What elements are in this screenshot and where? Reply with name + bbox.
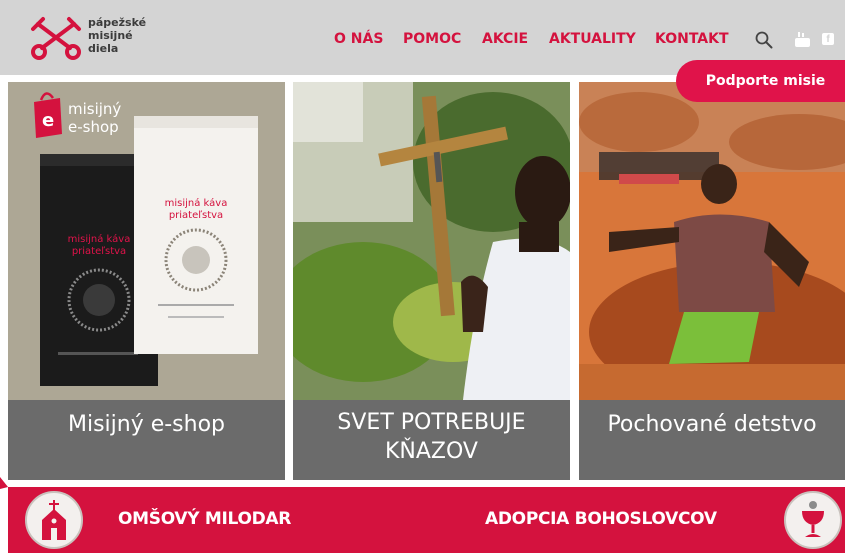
tile-caption-line: KŇAZOV xyxy=(385,439,478,464)
tile-childhood[interactable]: Pochované detstvo xyxy=(579,82,845,480)
svg-text:priateľstva: priateľstva xyxy=(169,210,223,221)
svg-text:misijná káva: misijná káva xyxy=(68,233,131,245)
tile-caption: Pochované detstvo xyxy=(579,400,845,480)
support-missions-button[interactable]: Podporte misie xyxy=(676,60,845,102)
logo-line: diela xyxy=(88,42,119,55)
svg-text:e: e xyxy=(42,110,54,131)
facebook-icon[interactable]: f xyxy=(822,33,834,45)
chalice-icon-circle[interactable] xyxy=(784,491,842,549)
search-icon[interactable] xyxy=(755,31,773,49)
tile-caption: Misijný e-shop xyxy=(8,400,285,480)
tile-priests[interactable]: SVET POTREBUJE KŇAZOV xyxy=(293,82,570,480)
logo[interactable]: pápežské misijné diela xyxy=(30,16,150,62)
svg-text:e-shop: e-shop xyxy=(68,118,119,136)
nav-aktuality[interactable]: AKTUALITY xyxy=(549,31,636,47)
logo-line: pápežské xyxy=(88,16,147,29)
tile-eshop[interactable]: e misijný e-shop misijná káva priateľstv… xyxy=(8,82,285,480)
youtube-icon[interactable] xyxy=(795,32,810,47)
tile-caption-line: SVET POTREBUJE xyxy=(337,410,526,435)
nav-o-nas[interactable]: O NÁS xyxy=(334,31,383,47)
nav-akcie[interactable]: AKCIE xyxy=(482,31,528,47)
tile-caption: SVET POTREBUJE KŇAZOV xyxy=(293,400,570,480)
child-in-pit-image xyxy=(579,82,845,400)
svg-text:misijná káva: misijná káva xyxy=(165,197,228,209)
chalice-icon xyxy=(802,501,824,537)
bottom-banner: OMŠOVÝ MILODAR ADOPCIA BOHOSLOVCOV xyxy=(8,487,845,553)
corner-marker-icon xyxy=(0,477,8,489)
svg-text:priateľstva: priateľstva xyxy=(72,246,126,257)
crossed-keys-icon xyxy=(31,17,81,60)
nav-kontakt[interactable]: KONTAKT xyxy=(655,31,729,47)
mass-offering-link[interactable]: OMŠOVÝ MILODAR xyxy=(118,509,291,529)
nav-pomoc[interactable]: POMOC xyxy=(403,31,461,47)
eshop-coffee-image: e misijný e-shop misijná káva priateľstv… xyxy=(8,82,285,400)
logo-text: pápežské misijné diela xyxy=(88,16,146,55)
logo-line: misijné xyxy=(88,29,133,42)
svg-text:misijný: misijný xyxy=(68,100,121,118)
church-icon-circle[interactable] xyxy=(25,491,83,549)
priest-with-cross-image xyxy=(293,82,570,400)
church-icon xyxy=(42,500,66,540)
seminarian-adoption-link[interactable]: ADOPCIA BOHOSLOVCOV xyxy=(485,509,717,529)
